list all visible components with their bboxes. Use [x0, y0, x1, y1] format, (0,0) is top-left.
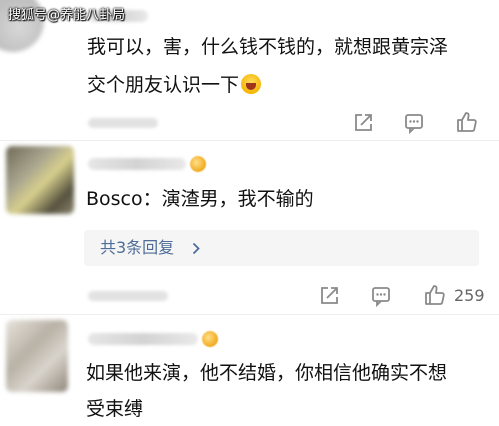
view-replies-link[interactable]: 共3条回复	[100, 230, 174, 266]
laughing-emoji-icon	[241, 74, 262, 94]
username-blurred[interactable]	[88, 333, 198, 345]
timestamp-blurred	[88, 291, 168, 301]
timestamp-blurred	[88, 118, 158, 128]
like-icon[interactable]	[423, 283, 447, 311]
comment-text-line: 如果他来演，他不结婚，你相信他确实不想	[86, 362, 448, 384]
share-icon[interactable]	[352, 112, 374, 138]
comment-text-line: 交个朋友认识一下	[87, 70, 262, 100]
divider	[0, 140, 499, 141]
avatar[interactable]	[6, 320, 68, 392]
comment-icon[interactable]	[403, 112, 425, 138]
like-icon[interactable]	[455, 110, 479, 138]
avatar[interactable]	[6, 146, 74, 214]
divider	[0, 314, 499, 315]
comment-icon[interactable]	[370, 285, 392, 311]
reply-thread-box[interactable]: 共3条回复	[84, 230, 479, 266]
comment-text-line: 受束缚	[86, 398, 144, 420]
comment-text-line: Bosco：演渣男，我不输的	[86, 188, 314, 210]
comment-text-line: 我可以，害，什么钱不钱的，就想跟黄宗泽	[87, 36, 449, 58]
chevron-right-icon	[192, 242, 200, 255]
badge-icon	[190, 156, 206, 172]
watermark: 搜狐号@养能八卦局	[8, 8, 126, 23]
badge-icon	[202, 331, 218, 347]
username-blurred[interactable]	[88, 158, 186, 170]
share-icon[interactable]	[318, 285, 340, 311]
like-count: 259	[454, 286, 485, 305]
